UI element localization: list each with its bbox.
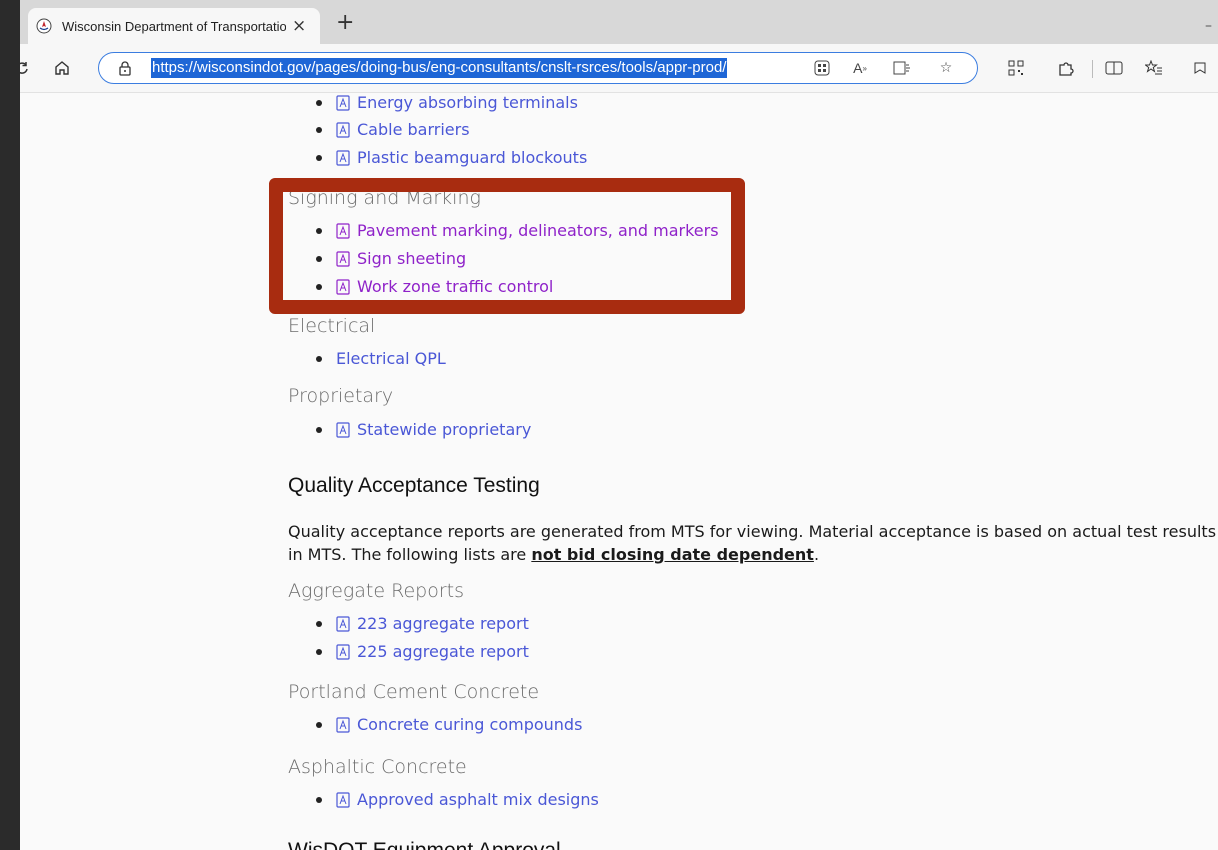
list-item[interactable]: Approved asphalt mix designs [316,790,599,809]
link-225-aggregate-report[interactable]: 225 aggregate report [357,642,529,661]
link-concrete-curing-compounds[interactable]: Concrete curing compounds [357,715,582,734]
list-item[interactable]: Statewide proprietary [316,420,531,439]
list-item[interactable]: Electrical QPL [316,349,446,368]
highlight-annotation-box [269,178,745,314]
link-statewide-proprietary[interactable]: Statewide proprietary [357,420,531,439]
list-item[interactable]: Cable barriers [316,120,470,139]
pdf-icon [336,615,350,632]
collections-icon[interactable] [1190,58,1210,78]
tab-close-icon[interactable]: × [292,16,306,36]
refresh-icon[interactable] [20,58,32,78]
desktop-edge [0,0,20,850]
quality-paragraph-end: . [813,545,820,564]
link-plastic-beamguard-blockouts[interactable]: Plastic beamguard blockouts [357,148,587,167]
pcc-heading: Portland Cement Concrete [288,681,540,703]
bullet [316,721,322,728]
bullet [316,355,322,362]
wisdot-favicon-icon [36,18,52,34]
bullet [316,154,322,161]
new-tab-icon[interactable]: + [336,12,354,34]
tab-title: Wisconsin Department of Transportation [62,18,286,34]
aggregate-heading: Aggregate Reports [288,580,464,602]
browser-window: Wisconsin Department of Transportation ×… [20,0,1218,850]
equipment-heading: WisDOT Equipment Approval [288,839,561,850]
bullet [316,426,322,433]
favorite-star-icon[interactable]: ☆ [937,59,955,77]
electrical-heading: Electrical [288,315,376,337]
bullet [316,620,322,627]
address-bar[interactable]: https://wisconsindot.gov/pages/doing-bus… [98,52,978,84]
link-energy-absorbing-terminals[interactable]: Energy absorbing terminals [357,93,578,112]
read-aloud-icon[interactable]: A» [851,59,869,77]
list-item[interactable]: Plastic beamguard blockouts [316,148,587,167]
bullet [316,648,322,655]
minimize-icon[interactable]: – [1205,18,1212,34]
browser-toolbar: https://wisconsindot.gov/pages/doing-bus… [20,44,1218,93]
list-item[interactable]: 223 aggregate report [316,614,529,633]
tab-strip: Wisconsin Department of Transportation ×… [20,0,1218,44]
tab-wisdot[interactable]: Wisconsin Department of Transportation × [28,8,320,44]
extensions-icon[interactable] [1056,58,1076,78]
quality-heading: Quality Acceptance Testing [288,474,540,497]
link-approved-asphalt-mix-designs[interactable]: Approved asphalt mix designs [357,790,599,809]
pdf-icon [336,94,350,111]
proprietary-heading: Proprietary [288,385,394,407]
not-bid-closing-text: not bid closing date dependent [531,545,814,564]
link-223-aggregate-report[interactable]: 223 aggregate report [357,614,529,633]
pdf-icon [336,643,350,660]
list-item[interactable]: Energy absorbing terminals [316,93,578,112]
url-text[interactable]: https://wisconsindot.gov/pages/doing-bus… [151,58,728,78]
app-available-icon[interactable] [813,59,831,77]
pdf-icon [336,421,350,438]
favorites-icon[interactable] [1144,58,1164,78]
link-electrical-qpl[interactable]: Electrical QPL [336,349,446,368]
pdf-icon [336,716,350,733]
pdf-icon [336,121,350,138]
quality-paragraph: Quality acceptance reports are generated… [288,520,1218,566]
page-content: Energy absorbing terminals Cable barrier… [20,93,1218,850]
home-icon[interactable] [52,58,72,78]
bullet [316,99,322,106]
list-item[interactable]: 225 aggregate report [316,642,529,661]
pdf-icon [336,791,350,808]
immersive-reader-icon[interactable] [893,59,911,77]
toolbar-separator [1092,60,1093,78]
bullet [316,796,322,803]
lock-icon[interactable] [117,60,133,76]
bullet [316,126,322,133]
list-item[interactable]: Concrete curing compounds [316,715,582,734]
split-screen-icon[interactable] [1104,58,1124,78]
asphalt-heading: Asphaltic Concrete [288,756,467,778]
qr-code-icon[interactable] [1006,58,1026,78]
pdf-icon [336,149,350,166]
link-cable-barriers[interactable]: Cable barriers [357,120,470,139]
